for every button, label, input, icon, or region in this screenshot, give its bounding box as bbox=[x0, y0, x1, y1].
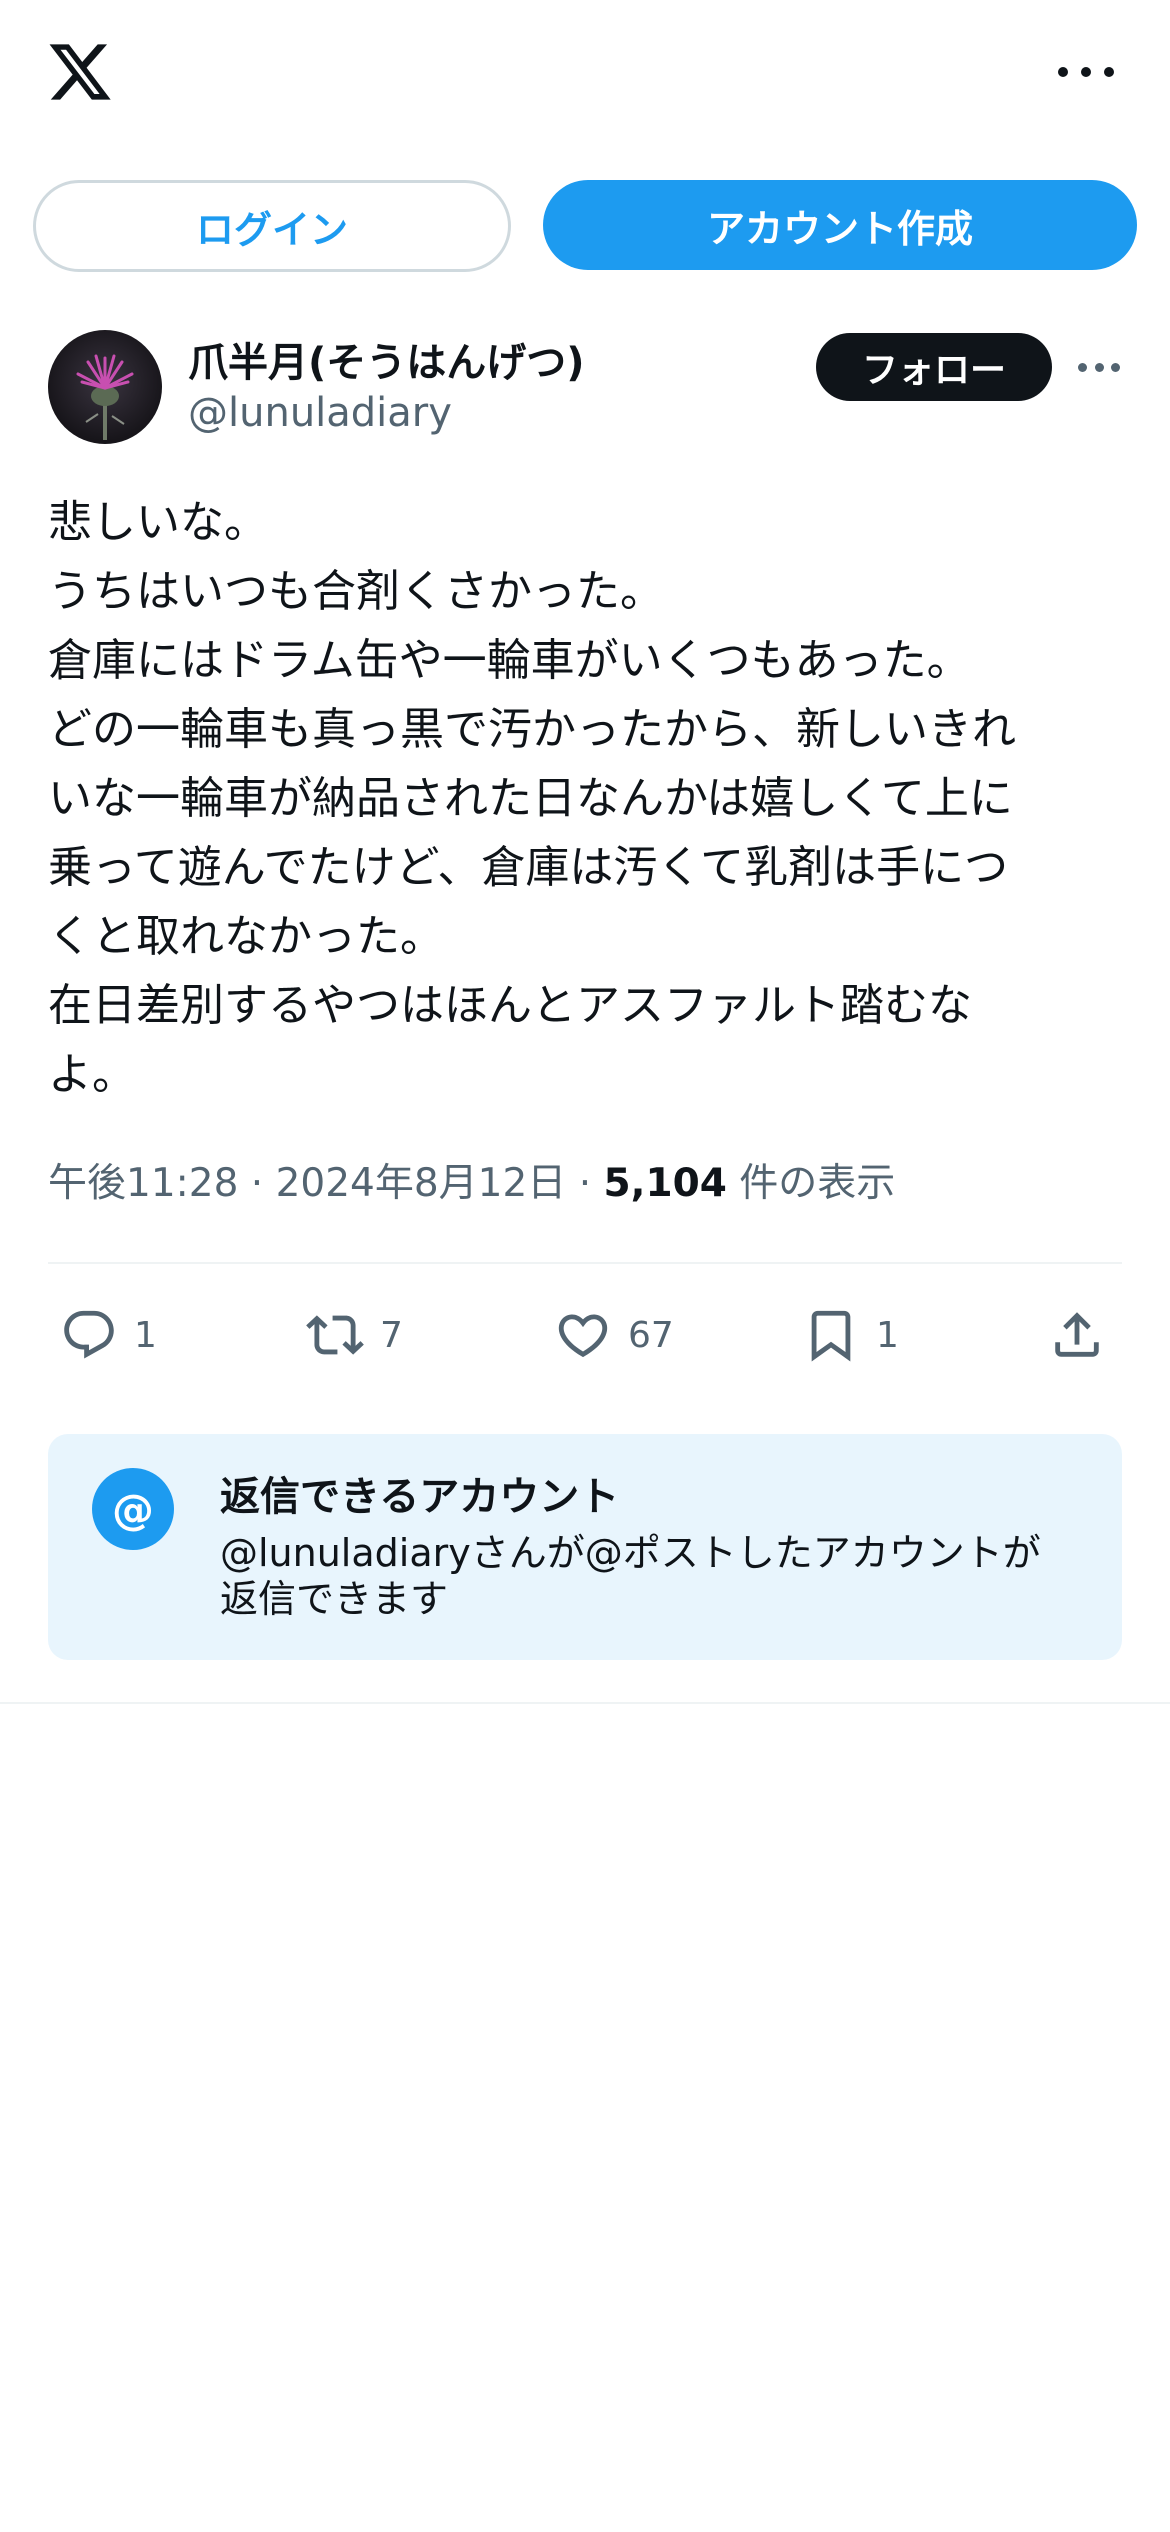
reply-restriction-title: 返信できるアカウント bbox=[220, 1474, 620, 1520]
reply-desc-line: 返信できます bbox=[220, 1577, 449, 1621]
post-text-line: どの一輪車も真っ黒で汚かったから、新しいきれ bbox=[48, 704, 1016, 755]
repost-button[interactable]: 7 bbox=[306, 1290, 403, 1380]
share-icon bbox=[1055, 1312, 1099, 1357]
at-icon: @ bbox=[92, 1468, 174, 1550]
thistle-flower-avatar bbox=[76, 354, 134, 440]
meta-separator: · bbox=[566, 1161, 604, 1206]
post-text-line: 倉庫にはドラム缶や一輪車がいくつもあった。 bbox=[48, 635, 971, 686]
auth-buttons: ログイン アカウント作成 bbox=[33, 180, 1137, 272]
meta-separator: · bbox=[238, 1161, 276, 1206]
login-button[interactable]: ログイン bbox=[33, 180, 511, 272]
post-text-line: 悲しいな。 bbox=[48, 497, 268, 548]
display-name[interactable]: 爪半月(そうはんげつ) bbox=[188, 330, 585, 388]
user-handle[interactable]: @lunuladiary bbox=[188, 390, 452, 436]
avatar[interactable] bbox=[48, 330, 162, 444]
like-button[interactable]: 67 bbox=[554, 1290, 674, 1380]
reply-button[interactable]: 1 bbox=[60, 1290, 157, 1380]
repost-count: 7 bbox=[380, 1314, 403, 1356]
post-text-line: よ。 bbox=[48, 1049, 136, 1100]
bookmark-count: 1 bbox=[876, 1314, 899, 1356]
bookmark-icon bbox=[811, 1310, 851, 1362]
x-logo-icon[interactable] bbox=[46, 38, 114, 106]
view-count: 5,104 bbox=[603, 1161, 727, 1206]
reply-count: 1 bbox=[134, 1314, 157, 1356]
post-meta: 午後11:28 · 2024年8月12日 · 5,104 件の表示 bbox=[48, 1152, 895, 1208]
post-text-line: いな一輪車が納品された日なんかは嬉しくて上に bbox=[48, 773, 1013, 824]
post-date[interactable]: 2024年8月12日 bbox=[276, 1161, 567, 1206]
more-horizontal-icon[interactable] bbox=[1058, 52, 1114, 92]
top-bar bbox=[0, 0, 1170, 150]
post-text-line: 乗って遊んでたけど、倉庫は汚くて乳剤は手につ bbox=[48, 842, 1009, 893]
share-button[interactable] bbox=[1048, 1290, 1106, 1380]
post-time[interactable]: 午後11:28 bbox=[48, 1161, 238, 1206]
divider bbox=[0, 1702, 1170, 1704]
view-count-label: 件の表示 bbox=[726, 1161, 896, 1206]
create-account-button[interactable]: アカウント作成 bbox=[543, 180, 1137, 270]
post-text-line: うちはいつも合剤くさかった。 bbox=[48, 566, 664, 617]
repost-icon bbox=[306, 1315, 364, 1355]
reply-restriction-card: @ 返信できるアカウント @lunuladiaryさんが@ポストしたアカウントが… bbox=[48, 1434, 1122, 1660]
bookmark-button[interactable]: 1 bbox=[802, 1290, 899, 1380]
post-text-line: くと取れなかった。 bbox=[48, 911, 444, 962]
follow-button[interactable]: フォロー bbox=[816, 333, 1052, 401]
action-bar: 1 7 67 1 bbox=[48, 1290, 1122, 1380]
reply-restriction-description: @lunuladiaryさんが@ポストしたアカウントが 返信できます bbox=[220, 1530, 1090, 1622]
post-more-icon[interactable] bbox=[1078, 360, 1120, 374]
like-count: 67 bbox=[628, 1314, 674, 1356]
reply-icon bbox=[64, 1310, 114, 1359]
divider bbox=[48, 1262, 1122, 1264]
post-header: 爪半月(そうはんげつ) @lunuladiary フォロー bbox=[48, 330, 1122, 450]
heart-icon bbox=[558, 1314, 608, 1358]
reply-desc-line: @lunuladiaryさんが@ポストしたアカウントが bbox=[220, 1531, 1041, 1575]
post-text-line: 在日差別するやつはほんとアスファルト踏むな bbox=[48, 980, 972, 1031]
post-text: 悲しいな。 うちはいつも合剤くさかった。 倉庫にはドラム缶や一輪車がいくつもあっ… bbox=[48, 488, 1128, 1109]
